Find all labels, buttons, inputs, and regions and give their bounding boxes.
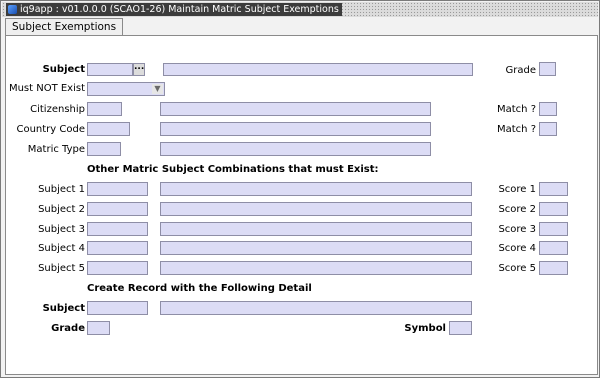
matric-type-label: Matric Type <box>27 144 85 155</box>
combo-subject-description-field[interactable] <box>160 182 472 196</box>
combo-subject-label: Subject 2 <box>38 204 85 215</box>
combo-subject-code-field[interactable] <box>87 222 148 236</box>
country-code-field[interactable] <box>87 122 130 136</box>
matric-type-description-field[interactable] <box>160 142 431 156</box>
match-label-1: Match ? <box>497 104 536 115</box>
create-grade-field[interactable] <box>87 321 110 335</box>
create-record-heading: Create Record with the Following Detail <box>87 283 312 294</box>
subject-label: Subject <box>42 64 85 75</box>
chevron-down-icon[interactable]: ▼ <box>152 84 163 94</box>
combo-score-field[interactable] <box>539 241 568 255</box>
combo-subject-code-field[interactable] <box>87 241 148 255</box>
symbol-label: Symbol <box>404 323 446 334</box>
combo-subject-code-field[interactable] <box>87 182 148 196</box>
combo-score-label: Score 3 <box>498 224 536 235</box>
combo-subject-description-field[interactable] <box>160 261 472 275</box>
app-icon <box>8 5 17 14</box>
tab-subject-exemptions[interactable]: Subject Exemptions <box>5 18 124 36</box>
form-panel: Subject ... Grade Must NOT Exist ▼ Citiz… <box>5 35 598 375</box>
citizenship-match-field[interactable] <box>539 102 557 116</box>
must-not-exist-select[interactable]: ▼ <box>87 82 165 96</box>
grade-field[interactable] <box>539 62 556 76</box>
combo-score-field[interactable] <box>539 202 568 216</box>
combo-subject-label: Subject 5 <box>38 263 85 274</box>
citizenship-code-field[interactable] <box>87 102 122 116</box>
title-bar: iq9app : v01.0.0.0 (SCAO1-26) Maintain M… <box>2 2 598 17</box>
create-subject-code-field[interactable] <box>87 301 148 315</box>
combo-subject-code-field[interactable] <box>87 202 148 216</box>
combo-subject-label: Subject 3 <box>38 224 85 235</box>
subject-lookup-button[interactable]: ... <box>133 63 145 76</box>
citizenship-label: Citizenship <box>30 104 85 115</box>
combo-score-label: Score 4 <box>498 243 536 254</box>
combo-score-field[interactable] <box>539 182 568 196</box>
grade-label: Grade <box>505 65 537 76</box>
create-grade-label: Grade <box>51 323 85 334</box>
create-subject-description-field[interactable] <box>160 301 472 315</box>
combo-subject-code-field[interactable] <box>87 261 148 275</box>
combo-score-label: Score 2 <box>498 204 536 215</box>
subject-description-field[interactable] <box>163 63 473 76</box>
must-not-exist-label: Must NOT Exist <box>8 83 85 94</box>
combo-score-field[interactable] <box>539 222 568 236</box>
combo-score-label: Score 1 <box>498 184 536 195</box>
country-match-field[interactable] <box>539 122 557 136</box>
combo-subject-label: Subject 4 <box>38 243 85 254</box>
combo-score-field[interactable] <box>539 261 568 275</box>
window-title: iq9app : v01.0.0.0 (SCAO1-26) Maintain M… <box>6 3 342 16</box>
match-label-2: Match ? <box>497 124 536 135</box>
subject-code-field[interactable] <box>87 63 133 76</box>
combo-subject-label: Subject 1 <box>38 184 85 195</box>
combo-subject-description-field[interactable] <box>160 222 472 236</box>
citizenship-description-field[interactable] <box>160 102 431 116</box>
window-title-text: iq9app : v01.0.0.0 (SCAO1-26) Maintain M… <box>20 4 339 15</box>
combo-score-label: Score 5 <box>498 263 536 274</box>
combinations-heading: Other Matric Subject Combinations that m… <box>87 164 379 175</box>
symbol-field[interactable] <box>449 321 472 335</box>
country-code-label: Country Code <box>16 124 85 135</box>
country-description-field[interactable] <box>160 122 431 136</box>
combo-subject-description-field[interactable] <box>160 202 472 216</box>
combo-subject-description-field[interactable] <box>160 241 472 255</box>
app-window: iq9app : v01.0.0.0 (SCAO1-26) Maintain M… <box>0 0 600 378</box>
matric-type-code-field[interactable] <box>87 142 121 156</box>
create-subject-label: Subject <box>42 303 85 314</box>
